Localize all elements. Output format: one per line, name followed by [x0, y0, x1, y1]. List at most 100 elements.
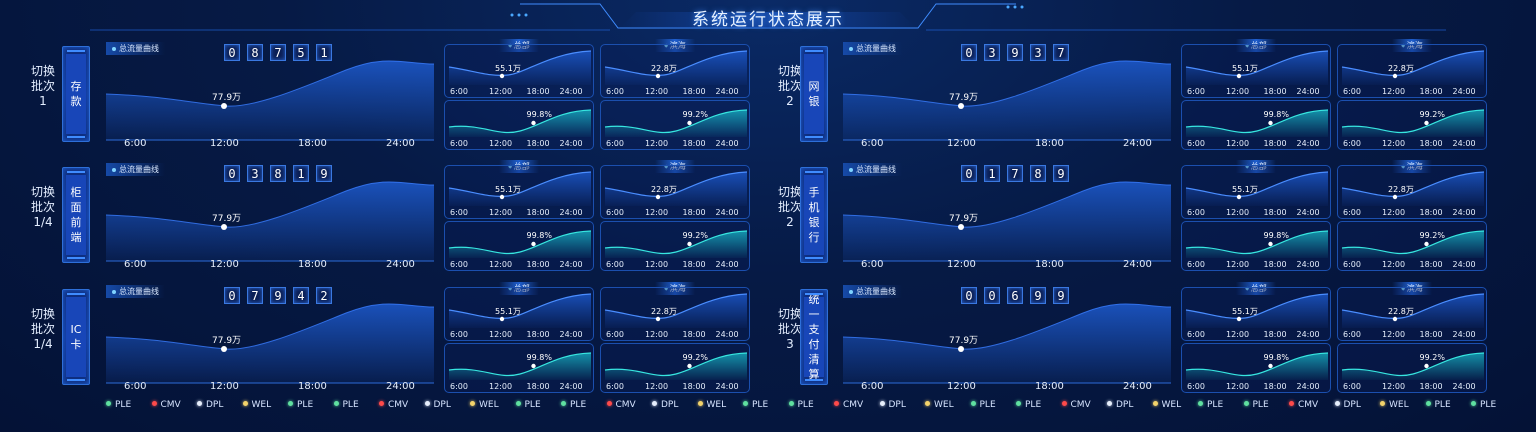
hq-volume-tick: 6:00	[450, 87, 468, 96]
binhai-success-tick: 18:00	[1419, 139, 1443, 148]
system-tag[interactable]: IC卡	[62, 289, 90, 385]
legend-dot-icon	[1380, 401, 1385, 406]
hq-volume-tick: 24:00	[1296, 208, 1320, 217]
binhai-success-tick: 12:00	[1382, 139, 1406, 148]
title-bar: 系统运行状态展示	[0, 0, 1536, 34]
legend-dot-icon	[1425, 401, 1431, 406]
system-tag[interactable]: 柜面前端	[62, 167, 90, 263]
binhai-volume-tick: 12:00	[1382, 208, 1406, 217]
total-flow-area	[106, 303, 434, 383]
total-flow-tick: 18:00	[298, 381, 327, 392]
counter-digit: 8	[247, 44, 263, 61]
counter-digit: 5	[293, 44, 309, 61]
total-flow-tick: 18:00	[298, 259, 327, 270]
hq-volume-tick: 12:00	[1226, 87, 1250, 96]
binhai-volume-peak-dot	[655, 73, 661, 79]
legend-label: WEL	[251, 400, 272, 410]
legend-dot-icon	[151, 401, 157, 406]
total-flow-tick: 24:00	[1123, 381, 1152, 392]
legend-label: DPL	[206, 400, 224, 410]
legend-item: PLE	[561, 400, 586, 410]
status-panel: 切换批次1 存款 总流量曲线 0 8 7 5 1 77.9万 6:00 12:00 18:00 24:0…	[0, 39, 760, 158]
hq-volume-peak-dot	[499, 316, 505, 322]
legend-item: PLE	[106, 400, 131, 410]
legend-label: CMV	[843, 400, 864, 410]
hq-volume-peak-label: 55.1万	[1232, 307, 1258, 316]
binhai-success-tick: 24:00	[715, 382, 739, 391]
hq-volume-tick: 6:00	[1187, 87, 1205, 96]
binhai-volume-peak-label: 22.8万	[1388, 307, 1414, 316]
legend-dot-icon	[288, 401, 293, 406]
hq-volume-peak-label: 55.1万	[495, 64, 521, 73]
legend-item: WEL	[1152, 400, 1181, 410]
legend-dot-icon	[1243, 401, 1249, 406]
legend-label: CMV	[615, 400, 636, 410]
legend-item: PLE	[288, 400, 313, 410]
total-flow-tick: 24:00	[386, 138, 415, 149]
binhai-volume-tick: 6:00	[1343, 330, 1361, 339]
legend-item: PLE	[1243, 400, 1269, 410]
binhai-success-peak-dot	[1424, 363, 1429, 369]
hq-success-tick: 18:00	[526, 260, 550, 269]
hq-success-peak-label: 99.8%	[526, 231, 552, 240]
legend-item: DPL	[879, 400, 906, 410]
hq-success-tick: 6:00	[450, 382, 468, 391]
binhai-volume-tick: 6:00	[606, 208, 624, 217]
hq-success-area	[449, 353, 591, 380]
hq-success-tick: 12:00	[489, 260, 513, 269]
system-tag[interactable]: 统一支付清算	[800, 289, 828, 385]
legend-item: CMV	[1289, 400, 1318, 410]
hq-volume-tick: 6:00	[1187, 208, 1205, 217]
legend-item: PLE	[1425, 400, 1451, 410]
counter-digit: 3	[1030, 44, 1046, 61]
binhai-volume-peak-dot	[1392, 316, 1398, 322]
total-flow-tick: 6:00	[124, 138, 147, 149]
counter-digit: 9	[1030, 287, 1046, 304]
binhai-success-peak-dot	[687, 120, 692, 126]
hq-success-tick: 18:00	[1263, 382, 1287, 391]
legend-item: DPL	[197, 400, 223, 410]
flow-counter: 03819	[224, 165, 332, 182]
total-flow-tick: 6:00	[861, 138, 884, 149]
binhai-success-tick: 12:00	[1382, 260, 1406, 269]
hq-volume-tick: 6:00	[450, 208, 468, 217]
hq-volume-tick: 24:00	[559, 87, 583, 96]
legend-dot-icon	[515, 401, 521, 406]
legend-dot-icon	[106, 401, 111, 406]
system-tag[interactable]: 手机银行	[800, 167, 828, 263]
binhai-success-area	[1342, 110, 1484, 137]
counter-digit: 1	[984, 165, 1000, 182]
binhai-volume-tick: 6:00	[1343, 87, 1361, 96]
total-flow-tick: 12:00	[947, 381, 976, 392]
binhai-volume-tick: 18:00	[682, 208, 706, 217]
total-curve-title: 总流量曲线	[843, 285, 902, 298]
legend-dot-icon	[424, 401, 430, 406]
system-tag[interactable]: 网银	[800, 46, 828, 142]
legend-item: DPL	[424, 400, 451, 410]
binhai-success-peak-dot	[1424, 120, 1429, 126]
binhai-volume-tick: 12:00	[645, 330, 669, 339]
binhai-success-tick: 12:00	[645, 139, 669, 148]
legend-label: CMV	[388, 400, 409, 410]
status-panel: 切换批次1/4 IC卡 总流量曲线 0 7 9 4 2 77.9万 6:00 12:00 18:00 2…	[0, 282, 760, 401]
legend-label: PLE	[115, 400, 132, 410]
counter-digit: 9	[270, 287, 286, 304]
legend-dot-icon	[1471, 401, 1476, 406]
hq-volume-tick: 24:00	[1296, 330, 1320, 339]
counter-digit: 8	[1030, 165, 1046, 182]
binhai-success-tick: 12:00	[1382, 382, 1406, 391]
system-name: 存款	[66, 54, 86, 134]
hq-success-tick: 24:00	[559, 382, 583, 391]
total-flow-peak-label: 77.9万	[949, 336, 979, 346]
legend-item: CMV	[606, 400, 636, 410]
system-tag[interactable]: 存款	[62, 46, 90, 142]
hq-success-peak-label: 99.8%	[1263, 231, 1289, 240]
counter-digit: 1	[316, 44, 332, 61]
total-flow-chart	[106, 60, 434, 141]
legend-label: WEL	[934, 400, 954, 410]
legend-label: PLE	[752, 400, 769, 410]
total-flow-tick: 24:00	[386, 381, 415, 392]
binhai-volume-tick: 12:00	[1382, 330, 1406, 339]
binhai-success-tick: 18:00	[682, 139, 706, 148]
system-name: 手机银行	[804, 175, 824, 255]
